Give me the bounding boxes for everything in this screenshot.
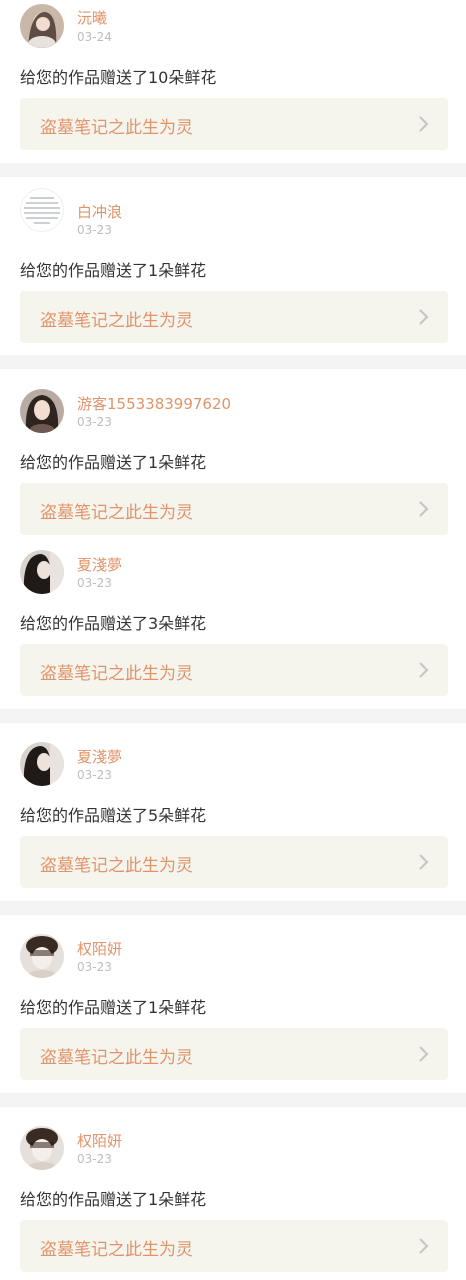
user-name[interactable]: 权陌妍	[77, 1130, 122, 1151]
chevron-right-icon	[416, 1045, 430, 1063]
date: 03-23	[77, 223, 112, 237]
avatar[interactable]	[20, 1126, 64, 1170]
user-name[interactable]: 游客1553383997620	[77, 393, 231, 414]
user-name[interactable]: 夏淺夢	[77, 554, 122, 575]
gift-message: 给您的作品赠送了5朵鲜花	[20, 806, 207, 825]
notification-card: 白冲浪 03-23 给您的作品赠送了1朵鲜花 盗墓笔记之此生为灵	[0, 177, 466, 355]
work-title: 盗墓笔记之此生为灵	[40, 503, 193, 523]
avatar[interactable]	[20, 4, 64, 48]
gift-message: 给您的作品赠送了1朵鲜花	[20, 1190, 207, 1209]
avatar[interactable]	[20, 389, 64, 433]
date: 03-24	[77, 30, 112, 44]
work-link[interactable]: 盗墓笔记之此生为灵	[20, 291, 448, 343]
chevron-right-icon	[416, 115, 430, 133]
user-name[interactable]: 沅曦	[77, 7, 107, 28]
gift-message: 给您的作品赠送了3朵鲜花	[20, 614, 207, 633]
avatar[interactable]	[20, 550, 64, 594]
notification-card: 游客1553383997620 03-23 给您的作品赠送了1朵鲜花 盗墓笔记之…	[0, 369, 466, 540]
user-name[interactable]: 权陌妍	[77, 938, 122, 959]
date: 03-23	[77, 1152, 112, 1166]
notification-card: 权陌妍 03-23 给您的作品赠送了1朵鲜花 盗墓笔记之此生为灵	[0, 915, 466, 1093]
work-title: 盗墓笔记之此生为灵	[40, 118, 193, 138]
notification-card: 权陌妍 03-23 给您的作品赠送了1朵鲜花 盗墓笔记之此生为灵	[0, 1107, 466, 1280]
avatar-photo-icon	[20, 934, 64, 978]
notification-card: 沅曦 03-24 给您的作品赠送了10朵鲜花 盗墓笔记之此生为灵	[0, 0, 466, 163]
date: 03-23	[77, 415, 112, 429]
gift-message: 给您的作品赠送了1朵鲜花	[20, 261, 207, 280]
work-title: 盗墓笔记之此生为灵	[40, 1240, 193, 1260]
avatar[interactable]	[20, 188, 64, 232]
user-name[interactable]: 白冲浪	[77, 201, 122, 222]
avatar-photo-icon	[20, 389, 64, 433]
date: 03-23	[77, 960, 112, 974]
gift-message: 给您的作品赠送了1朵鲜花	[20, 453, 207, 472]
date: 03-23	[77, 768, 112, 782]
chevron-right-icon	[416, 500, 430, 518]
work-title: 盗墓笔记之此生为灵	[40, 664, 193, 684]
chevron-right-icon	[416, 661, 430, 679]
avatar-photo-icon	[20, 4, 64, 48]
work-link[interactable]: 盗墓笔记之此生为灵	[20, 98, 448, 150]
avatar-photo-icon	[20, 550, 64, 594]
work-title: 盗墓笔记之此生为灵	[40, 311, 193, 331]
work-link[interactable]: 盗墓笔记之此生为灵	[20, 836, 448, 888]
notification-feed: 沅曦 03-24 给您的作品赠送了10朵鲜花 盗墓笔记之此生为灵 白冲浪 03-…	[0, 0, 466, 1280]
avatar-text-image-icon	[20, 188, 64, 232]
gift-message: 给您的作品赠送了1朵鲜花	[20, 998, 207, 1017]
avatar[interactable]	[20, 742, 64, 786]
notification-card: 夏淺夢 03-23 给您的作品赠送了3朵鲜花 盗墓笔记之此生为灵	[0, 540, 466, 709]
chevron-right-icon	[416, 1237, 430, 1255]
avatar[interactable]	[20, 934, 64, 978]
notification-card: 夏淺夢 03-23 给您的作品赠送了5朵鲜花 盗墓笔记之此生为灵	[0, 723, 466, 901]
gift-message: 给您的作品赠送了10朵鲜花	[20, 68, 217, 87]
avatar-photo-icon	[20, 1126, 64, 1170]
work-title: 盗墓笔记之此生为灵	[40, 856, 193, 876]
chevron-right-icon	[416, 308, 430, 326]
work-link[interactable]: 盗墓笔记之此生为灵	[20, 1028, 448, 1080]
date: 03-23	[77, 576, 112, 590]
avatar-photo-icon	[20, 742, 64, 786]
work-link[interactable]: 盗墓笔记之此生为灵	[20, 644, 448, 696]
work-link[interactable]: 盗墓笔记之此生为灵	[20, 1220, 448, 1272]
work-title: 盗墓笔记之此生为灵	[40, 1048, 193, 1068]
chevron-right-icon	[416, 853, 430, 871]
user-name[interactable]: 夏淺夢	[77, 746, 122, 767]
work-link[interactable]: 盗墓笔记之此生为灵	[20, 483, 448, 535]
